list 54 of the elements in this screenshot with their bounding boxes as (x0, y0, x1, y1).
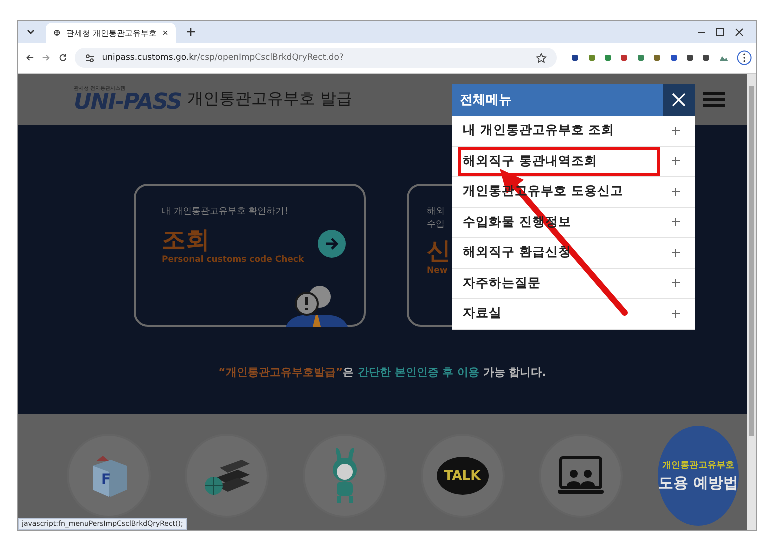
banner-text: 개인통관고유부호 (662, 460, 734, 472)
bookmark-star-icon[interactable] (536, 52, 548, 64)
plus-icon[interactable] (672, 279, 680, 288)
plus-icon[interactable] (672, 218, 680, 226)
arrow-right-icon[interactable] (318, 230, 346, 258)
plus-icon[interactable] (672, 248, 680, 257)
back-icon[interactable] (26, 53, 34, 63)
video-call-icon (558, 456, 604, 496)
prevention-banner[interactable]: 개인통관고유부호 도용 예방법 (658, 426, 739, 526)
url-text: unipass.customs.go.kr/csp/openImpCsclBrkdQryRect.do? (102, 53, 344, 63)
plus-icon[interactable] (672, 157, 680, 166)
card-title: 신 (427, 238, 451, 264)
plus-icon[interactable] (672, 188, 680, 196)
magnifier-person-drawing (286, 285, 348, 327)
new-tab-icon[interactable] (186, 27, 196, 37)
close-button[interactable] (663, 84, 695, 116)
card-english-title: New (427, 266, 448, 276)
menu-item[interactable]: 자주하는질문 (452, 268, 695, 299)
close-icon[interactable] (162, 29, 168, 37)
menu-icon[interactable] (703, 92, 725, 108)
service-card[interactable]: 내 개인통관고유부호 확인하기! 조회 Personal customs code Check (134, 184, 366, 327)
card-english-title: Personal customs code Check (162, 255, 304, 266)
browser-tab[interactable]: 관세청 개인통관고유부호 (46, 23, 176, 43)
scrollbar[interactable] (747, 74, 756, 530)
card-subtitle: 내 개인통관고유부호 확인하기! (162, 206, 288, 219)
card-subtitle: 해외 (427, 206, 445, 219)
menu-dots-icon[interactable] (736, 49, 752, 67)
tab-list-caret-icon[interactable] (26, 27, 36, 37)
maximize-icon[interactable] (716, 28, 725, 36)
talk-link[interactable]: TALK (422, 436, 502, 516)
cube-link[interactable]: F (68, 436, 148, 516)
plus-icon[interactable] (672, 310, 680, 318)
reload-icon[interactable] (58, 53, 68, 63)
menu-item[interactable]: 해외직구 환급신청 (452, 238, 695, 268)
globe-icon (54, 28, 60, 38)
site-settings-icon[interactable] (85, 54, 96, 62)
notice-text: “개인통관고유부호발급”은 간단한 본인인증 후 이용 가능 합니다. (218, 365, 548, 380)
close-icon[interactable] (735, 28, 744, 36)
card-title: 조회 (162, 227, 210, 254)
forward-icon[interactable] (42, 53, 51, 63)
banner-text: 도용 예방법 (658, 474, 739, 493)
menu-item[interactable]: 내 개인통관고유부호 조회 (452, 116, 695, 146)
menu-item[interactable]: 자료실 (452, 299, 695, 330)
card-subtitle: 수입 (427, 219, 445, 232)
menu-item-label: 해외직구 통관내역조회 (458, 146, 660, 176)
menu-item-label: 내 개인통관고유부호 조회 (462, 121, 616, 140)
menu-title: 전체메뉴 (459, 92, 513, 109)
menu-item[interactable]: 해외직구 통관내역조회 (452, 146, 695, 177)
cube-letter: F (102, 472, 112, 488)
tab-title: 관세청 개인통관고유부호 (66, 28, 157, 38)
talk-bubble: TALK (436, 457, 488, 495)
plus-icon[interactable] (672, 126, 680, 135)
address-bar[interactable]: unipass.customs.go.kr/csp/openImpCsclBrkdQryRect.do? (75, 48, 558, 68)
page-title: 개인통관고유부호 발급 (188, 89, 353, 110)
